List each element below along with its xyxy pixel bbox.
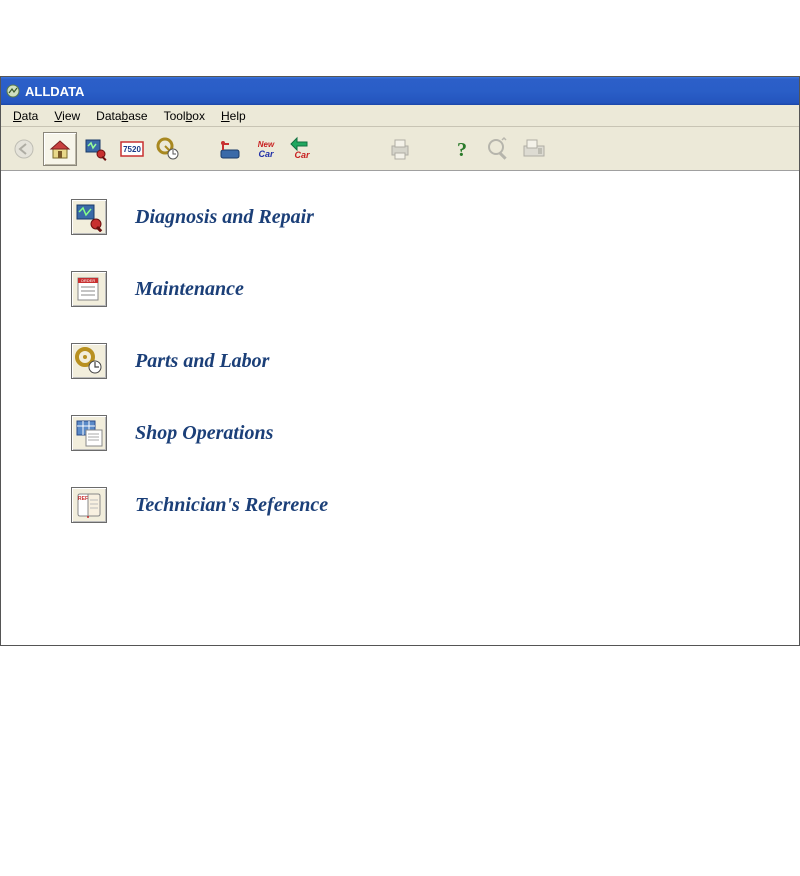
print-icon xyxy=(383,132,417,166)
menu-view[interactable]: View xyxy=(46,107,88,125)
category-label: Diagnosis and Repair xyxy=(135,206,314,229)
help-icon[interactable]: ? xyxy=(445,132,479,166)
category-parts-labor[interactable]: Parts and Labor xyxy=(71,343,799,379)
shop-ops-icon xyxy=(71,415,107,451)
diag-repair-icon xyxy=(71,199,107,235)
menu-help[interactable]: Help xyxy=(213,107,254,125)
parts-labor-icon[interactable] xyxy=(151,132,185,166)
svg-text:Car: Car xyxy=(258,149,274,159)
category-tech-ref[interactable]: REF Technician's Reference xyxy=(71,487,799,523)
fax-icon xyxy=(517,132,551,166)
back-icon xyxy=(7,132,41,166)
toolbar: 7520NewCarCar? xyxy=(1,127,799,171)
content-area: Diagnosis and Repair ORDER Maintenance Part… xyxy=(1,171,799,645)
new-car-icon[interactable]: NewCar xyxy=(249,132,283,166)
home-icon[interactable] xyxy=(43,132,77,166)
category-label: Technician's Reference xyxy=(135,494,328,517)
menu-bar: DataViewDatabaseToolboxHelp xyxy=(1,105,799,127)
tech-ref-icon: REF xyxy=(71,487,107,523)
zoom-icon xyxy=(481,132,515,166)
svg-text:Car: Car xyxy=(294,150,310,160)
category-diag-repair[interactable]: Diagnosis and Repair xyxy=(71,199,799,235)
menu-toolbox[interactable]: Toolbox xyxy=(156,107,213,125)
diagnosis-icon[interactable] xyxy=(79,132,113,166)
category-label: Shop Operations xyxy=(135,422,273,445)
parts-labor-icon xyxy=(71,343,107,379)
svg-text:?: ? xyxy=(457,139,467,161)
app-icon xyxy=(5,83,21,99)
category-shop-ops[interactable]: Shop Operations xyxy=(71,415,799,451)
category-maintenance[interactable]: ORDER Maintenance xyxy=(71,271,799,307)
svg-text:ORDER: ORDER xyxy=(81,278,96,283)
window-title: ALLDATA xyxy=(25,84,84,99)
svg-text:New: New xyxy=(258,140,275,149)
menu-data[interactable]: Data xyxy=(5,107,46,125)
maintenance-icon[interactable] xyxy=(213,132,247,166)
svg-text:7520: 7520 xyxy=(123,145,141,154)
title-bar: ALLDATA xyxy=(1,77,799,105)
category-label: Maintenance xyxy=(135,278,244,301)
code-7520-icon[interactable]: 7520 xyxy=(115,132,149,166)
menu-database[interactable]: Database xyxy=(88,107,155,125)
svg-text:REF: REF xyxy=(78,496,88,502)
app-window: ALLDATA DataViewDatabaseToolboxHelp 7520… xyxy=(0,76,800,646)
prev-car-icon[interactable]: Car xyxy=(285,132,319,166)
maintenance-icon: ORDER xyxy=(71,271,107,307)
category-label: Parts and Labor xyxy=(135,350,269,373)
